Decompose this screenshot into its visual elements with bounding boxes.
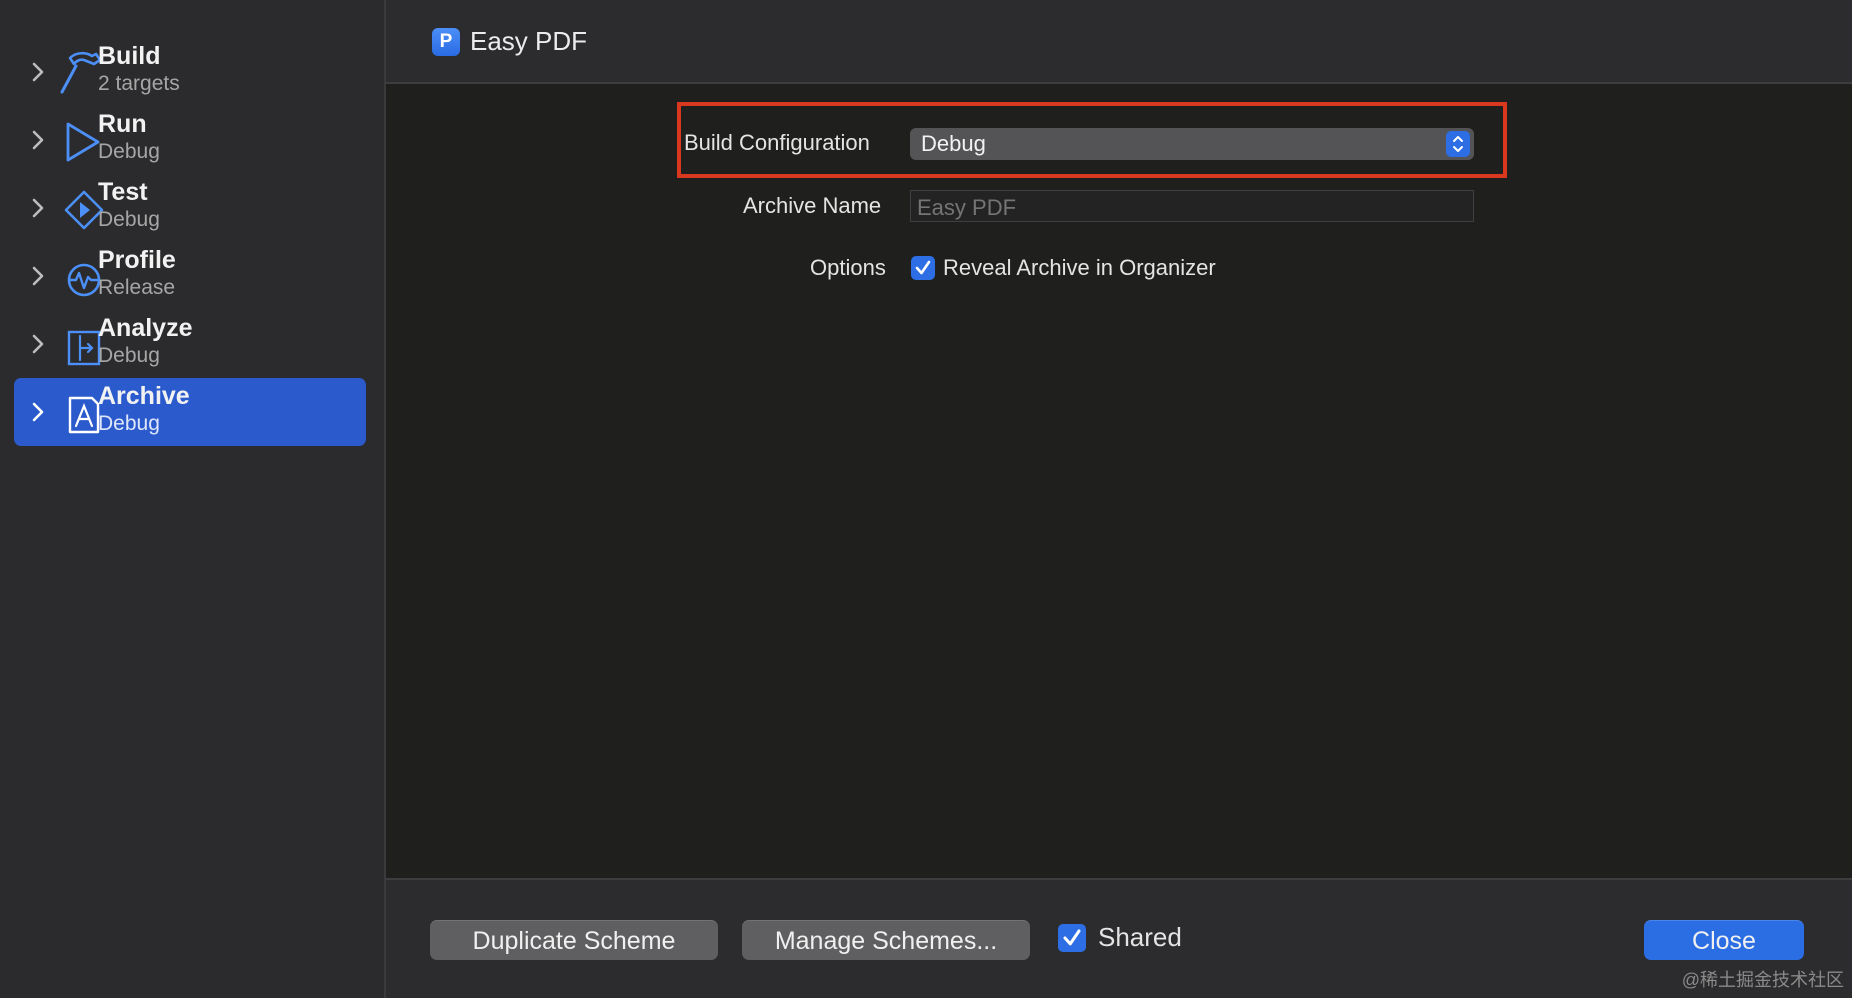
scheme-header: P Easy PDF bbox=[386, 0, 1852, 84]
watermark: @稀土掘金技术社区 bbox=[1681, 970, 1844, 990]
scheme-footer: Duplicate Scheme Manage Schemes... Share… bbox=[386, 878, 1852, 998]
sidebar-item-subtitle: Release bbox=[98, 276, 176, 299]
sidebar-item-title: Archive bbox=[98, 382, 190, 410]
sidebar-item-title: Test bbox=[98, 178, 148, 206]
sidebar-item-archive[interactable]: Archive Debug bbox=[14, 378, 366, 446]
updown-chevron-icon bbox=[1446, 131, 1470, 157]
sidebar-item-title: Build bbox=[98, 42, 161, 70]
sidebar-item-title: Analyze bbox=[98, 314, 193, 342]
sidebar-item-subtitle: 2 targets bbox=[98, 72, 180, 95]
reveal-archive-checkbox[interactable] bbox=[911, 256, 935, 280]
manage-schemes-button[interactable]: Manage Schemes... bbox=[742, 920, 1030, 960]
chevron-right-icon[interactable] bbox=[28, 400, 48, 424]
chevron-right-icon[interactable] bbox=[28, 60, 48, 84]
chevron-right-icon[interactable] bbox=[28, 332, 48, 356]
sidebar-item-test[interactable]: Test Debug bbox=[14, 174, 366, 242]
shared-checkbox[interactable] bbox=[1058, 924, 1086, 952]
app-icon: P bbox=[432, 28, 460, 56]
close-button[interactable]: Close bbox=[1644, 920, 1804, 960]
options-label: Options bbox=[810, 255, 886, 280]
shared-label[interactable]: Shared bbox=[1098, 922, 1182, 953]
build-configuration-value: Debug bbox=[921, 131, 986, 156]
sidebar-item-subtitle: Debug bbox=[98, 208, 160, 231]
sidebar-item-profile[interactable]: Profile Release bbox=[14, 242, 366, 310]
sidebar-item-title: Profile bbox=[98, 246, 176, 274]
reveal-archive-label[interactable]: Reveal Archive in Organizer bbox=[943, 255, 1216, 281]
build-configuration-select[interactable]: Debug bbox=[910, 128, 1474, 160]
sidebar-item-subtitle: Debug bbox=[98, 140, 160, 163]
checkmark-icon bbox=[915, 260, 931, 275]
sidebar-item-build[interactable]: Build 2 targets bbox=[14, 38, 366, 106]
sidebar-item-run[interactable]: Run Debug bbox=[14, 106, 366, 174]
checkmark-icon bbox=[1063, 929, 1081, 946]
scheme-title[interactable]: Easy PDF bbox=[470, 26, 587, 57]
chevron-right-icon[interactable] bbox=[28, 128, 48, 152]
duplicate-scheme-button[interactable]: Duplicate Scheme bbox=[430, 920, 718, 960]
scheme-actions-sidebar: Build 2 targets Run Debug Test Debug Pro… bbox=[0, 0, 386, 998]
sidebar-item-subtitle: Debug bbox=[98, 412, 160, 435]
build-configuration-label: Build Configuration bbox=[684, 130, 870, 155]
archive-name-input[interactable] bbox=[910, 190, 1474, 222]
archive-name-label: Archive Name bbox=[743, 193, 882, 218]
sidebar-item-analyze[interactable]: Analyze Debug bbox=[14, 310, 366, 378]
chevron-right-icon[interactable] bbox=[28, 264, 48, 288]
sidebar-item-title: Run bbox=[98, 110, 147, 138]
sidebar-item-subtitle: Debug bbox=[98, 344, 160, 367]
chevron-right-icon[interactable] bbox=[28, 196, 48, 220]
